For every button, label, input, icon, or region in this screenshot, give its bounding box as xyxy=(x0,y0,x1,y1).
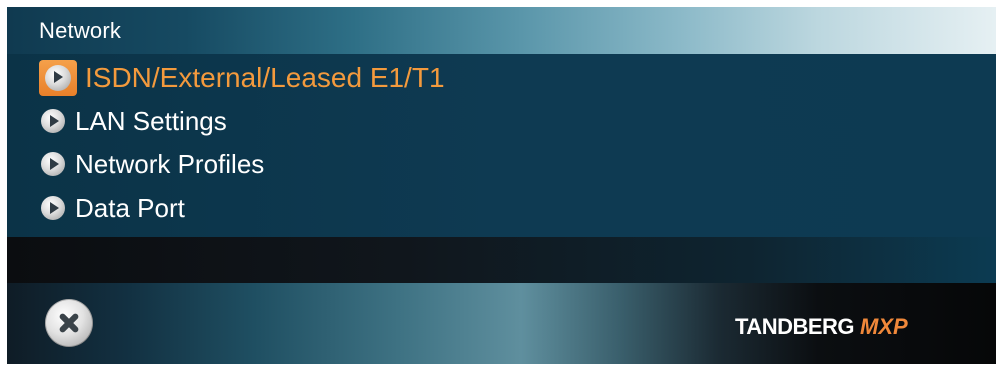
menu-list: ISDN/External/Leased E1/T1 LAN Settings … xyxy=(7,54,996,237)
menu-item-label: Network Profiles xyxy=(75,148,265,179)
title-bar: Network xyxy=(7,7,996,54)
menu-item-lan-settings[interactable]: LAN Settings xyxy=(41,101,227,141)
close-button[interactable] xyxy=(45,299,93,347)
dialog-frame: Network ISDN/External/Leased E1/T1 LAN S… xyxy=(7,7,996,364)
tandberg-logo: TANDBERG MXP xyxy=(735,314,908,340)
play-arrow-icon xyxy=(41,152,65,176)
selection-highlight xyxy=(39,60,77,96)
menu-item-label: Data Port xyxy=(75,192,185,223)
play-arrow-icon xyxy=(41,196,65,220)
menu-item-isdn[interactable]: ISDN/External/Leased E1/T1 xyxy=(39,58,445,98)
menu-item-network-profiles[interactable]: Network Profiles xyxy=(41,144,264,184)
window-title: Network xyxy=(39,18,122,43)
play-arrow-icon xyxy=(45,65,71,91)
menu-item-data-port[interactable]: Data Port xyxy=(41,188,185,228)
logo-product: MXP xyxy=(860,314,908,339)
close-icon xyxy=(45,299,93,347)
menu-item-label: ISDN/External/Leased E1/T1 xyxy=(85,62,445,93)
play-arrow-icon xyxy=(41,109,65,133)
bottom-bar: TANDBERG MXP xyxy=(7,283,996,364)
logo-brand: TANDBERG xyxy=(735,314,855,339)
menu-item-label: LAN Settings xyxy=(75,105,227,136)
info-bar xyxy=(7,237,996,283)
